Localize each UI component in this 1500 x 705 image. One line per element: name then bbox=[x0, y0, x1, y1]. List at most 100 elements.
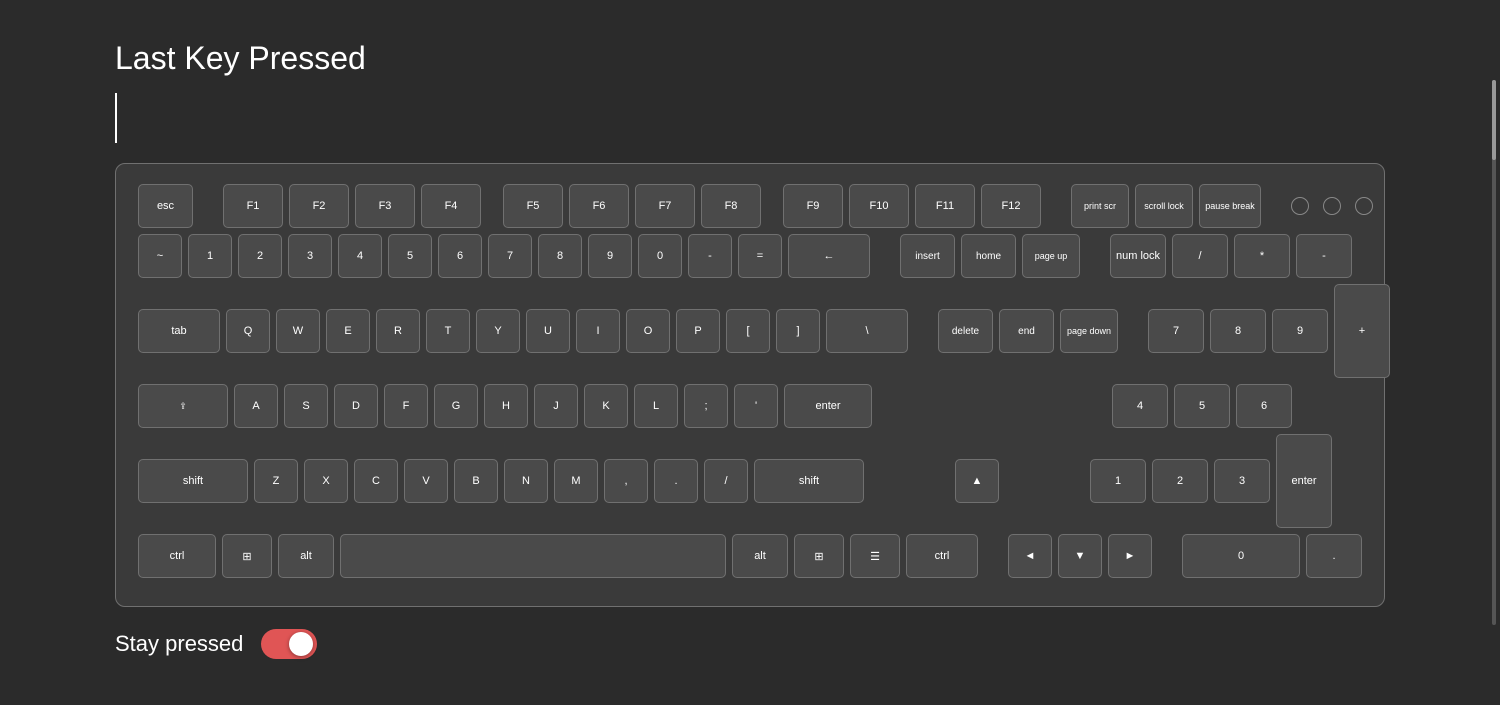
key-7[interactable]: 7 bbox=[488, 234, 532, 278]
key-num-minus[interactable]: - bbox=[1296, 234, 1352, 278]
key-num-9[interactable]: 9 bbox=[1272, 309, 1328, 353]
key-tilde[interactable]: ~ bbox=[138, 234, 182, 278]
key-tab[interactable]: tab bbox=[138, 309, 220, 353]
key-f9[interactable]: F9 bbox=[783, 184, 843, 228]
key-e[interactable]: E bbox=[326, 309, 370, 353]
key-p[interactable]: P bbox=[676, 309, 720, 353]
key-o[interactable]: O bbox=[626, 309, 670, 353]
key-num-4[interactable]: 4 bbox=[1112, 384, 1168, 428]
key-f12[interactable]: F12 bbox=[981, 184, 1041, 228]
key-j[interactable]: J bbox=[534, 384, 578, 428]
key-9[interactable]: 9 bbox=[588, 234, 632, 278]
key-i[interactable]: I bbox=[576, 309, 620, 353]
key-u[interactable]: U bbox=[526, 309, 570, 353]
key-f[interactable]: F bbox=[384, 384, 428, 428]
key-b[interactable]: B bbox=[454, 459, 498, 503]
key-1[interactable]: 1 bbox=[188, 234, 232, 278]
key-semicolon[interactable]: ; bbox=[684, 384, 728, 428]
key-f10[interactable]: F10 bbox=[849, 184, 909, 228]
key-page-down[interactable]: page down bbox=[1060, 309, 1118, 353]
key-backslash[interactable]: \ bbox=[826, 309, 908, 353]
key-page-up[interactable]: page up bbox=[1022, 234, 1080, 278]
key-c[interactable]: C bbox=[354, 459, 398, 503]
key-print-scr[interactable]: print scr bbox=[1071, 184, 1129, 228]
key-down-arrow[interactable]: ▼ bbox=[1058, 534, 1102, 578]
key-right-ctrl[interactable]: ctrl bbox=[906, 534, 978, 578]
key-t[interactable]: T bbox=[426, 309, 470, 353]
key-num-3[interactable]: 3 bbox=[1214, 459, 1270, 503]
key-num-7[interactable]: 7 bbox=[1148, 309, 1204, 353]
key-f8[interactable]: F8 bbox=[701, 184, 761, 228]
key-right-shift[interactable]: shift bbox=[754, 459, 864, 503]
key-y[interactable]: Y bbox=[476, 309, 520, 353]
key-f3[interactable]: F3 bbox=[355, 184, 415, 228]
key-f6[interactable]: F6 bbox=[569, 184, 629, 228]
key-esc[interactable]: esc bbox=[138, 184, 193, 228]
key-comma[interactable]: , bbox=[604, 459, 648, 503]
key-backspace[interactable]: ← bbox=[788, 234, 870, 278]
key-d[interactable]: D bbox=[334, 384, 378, 428]
key-right-alt[interactable]: alt bbox=[732, 534, 788, 578]
key-rbracket[interactable]: ] bbox=[776, 309, 820, 353]
key-f7[interactable]: F7 bbox=[635, 184, 695, 228]
key-num-8[interactable]: 8 bbox=[1210, 309, 1266, 353]
key-delete[interactable]: delete bbox=[938, 309, 993, 353]
key-right-win[interactable]: ⊞ bbox=[794, 534, 844, 578]
key-right-arrow[interactable]: ► bbox=[1108, 534, 1152, 578]
key-caps-lock[interactable]: ⇪ bbox=[138, 384, 228, 428]
key-home[interactable]: home bbox=[961, 234, 1016, 278]
key-q[interactable]: Q bbox=[226, 309, 270, 353]
key-2[interactable]: 2 bbox=[238, 234, 282, 278]
key-period[interactable]: . bbox=[654, 459, 698, 503]
key-z[interactable]: Z bbox=[254, 459, 298, 503]
key-num-lock[interactable]: num lock bbox=[1110, 234, 1166, 278]
key-equals[interactable]: = bbox=[738, 234, 782, 278]
key-f11[interactable]: F11 bbox=[915, 184, 975, 228]
key-scroll-lock[interactable]: scroll lock bbox=[1135, 184, 1193, 228]
key-6[interactable]: 6 bbox=[438, 234, 482, 278]
key-left-ctrl[interactable]: ctrl bbox=[138, 534, 216, 578]
key-end[interactable]: end bbox=[999, 309, 1054, 353]
key-4[interactable]: 4 bbox=[338, 234, 382, 278]
key-5[interactable]: 5 bbox=[388, 234, 432, 278]
key-space[interactable] bbox=[340, 534, 726, 578]
key-l[interactable]: L bbox=[634, 384, 678, 428]
key-r[interactable]: R bbox=[376, 309, 420, 353]
key-f4[interactable]: F4 bbox=[421, 184, 481, 228]
key-num-0[interactable]: 0 bbox=[1182, 534, 1300, 578]
key-num-slash[interactable]: / bbox=[1172, 234, 1228, 278]
key-num-plus[interactable]: + bbox=[1334, 284, 1390, 378]
key-f5[interactable]: F5 bbox=[503, 184, 563, 228]
key-left-shift[interactable]: shift bbox=[138, 459, 248, 503]
key-left-alt[interactable]: alt bbox=[278, 534, 334, 578]
key-num-1[interactable]: 1 bbox=[1090, 459, 1146, 503]
key-m[interactable]: M bbox=[554, 459, 598, 503]
key-num-5[interactable]: 5 bbox=[1174, 384, 1230, 428]
key-f2[interactable]: F2 bbox=[289, 184, 349, 228]
key-slash[interactable]: / bbox=[704, 459, 748, 503]
key-insert[interactable]: insert bbox=[900, 234, 955, 278]
key-left-arrow[interactable]: ◄ bbox=[1008, 534, 1052, 578]
key-f1[interactable]: F1 bbox=[223, 184, 283, 228]
key-k[interactable]: K bbox=[584, 384, 628, 428]
key-num-dot[interactable]: . bbox=[1306, 534, 1362, 578]
key-s[interactable]: S bbox=[284, 384, 328, 428]
key-g[interactable]: G bbox=[434, 384, 478, 428]
key-w[interactable]: W bbox=[276, 309, 320, 353]
key-h[interactable]: H bbox=[484, 384, 528, 428]
key-x[interactable]: X bbox=[304, 459, 348, 503]
key-num-star[interactable]: * bbox=[1234, 234, 1290, 278]
key-quote[interactable]: ' bbox=[734, 384, 778, 428]
key-0[interactable]: 0 bbox=[638, 234, 682, 278]
key-num-enter[interactable]: enter bbox=[1276, 434, 1332, 528]
key-num-6[interactable]: 6 bbox=[1236, 384, 1292, 428]
key-enter[interactable]: enter bbox=[784, 384, 872, 428]
key-pause-break[interactable]: pause break bbox=[1199, 184, 1261, 228]
key-left-win[interactable]: ⊞ bbox=[222, 534, 272, 578]
key-menu[interactable]: ☰ bbox=[850, 534, 900, 578]
key-a[interactable]: A bbox=[234, 384, 278, 428]
scrollbar-track[interactable] bbox=[1492, 80, 1496, 625]
key-minus[interactable]: - bbox=[688, 234, 732, 278]
key-lbracket[interactable]: [ bbox=[726, 309, 770, 353]
key-up-arrow[interactable]: ▲ bbox=[955, 459, 999, 503]
